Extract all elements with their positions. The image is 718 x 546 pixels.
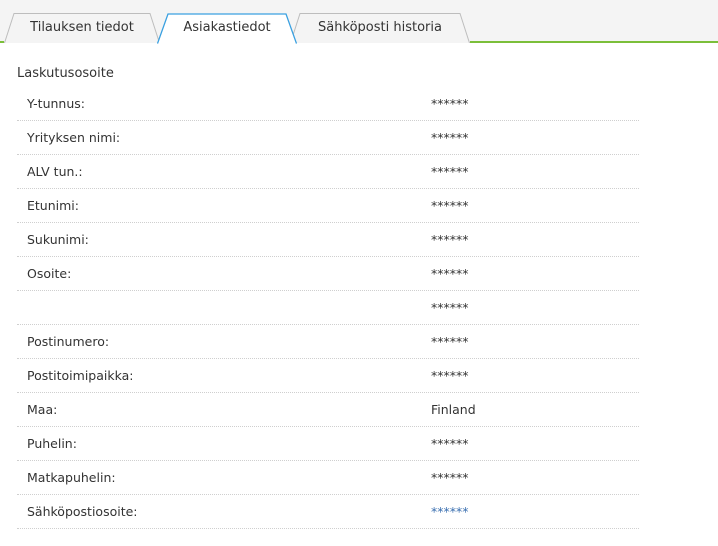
field-value: ****** xyxy=(431,470,469,485)
tab-label: Asiakastiedot xyxy=(183,20,271,35)
field-value: ****** xyxy=(431,266,469,281)
field-value: ****** xyxy=(431,334,469,349)
email-link[interactable]: ****** xyxy=(431,504,469,519)
row-etunimi: Etunimi: ****** xyxy=(17,189,639,223)
tab-bar: Tilauksen tiedot Sähköposti historia Asi… xyxy=(0,0,718,44)
customer-details-panel: Laskutusosoite Y-tunnus: ****** Yrityksen… xyxy=(0,43,718,529)
field-label: Postitoimipaikka: xyxy=(27,368,134,383)
field-value: ****** xyxy=(431,164,469,179)
field-label: Puhelin: xyxy=(27,436,77,451)
field-label: Osoite: xyxy=(27,266,72,281)
field-value: ****** xyxy=(431,436,469,451)
row-alv-tun: ALV tun.: ****** xyxy=(17,155,639,189)
field-value: ****** xyxy=(431,368,469,383)
field-value: ****** xyxy=(431,232,469,247)
field-value: Finland xyxy=(431,402,476,417)
row-y-tunnus: Y-tunnus: ****** xyxy=(17,87,639,121)
section-title: Laskutusosoite xyxy=(17,66,114,81)
row-matkapuhelin: Matkapuhelin: ****** xyxy=(17,461,639,495)
field-value: ****** xyxy=(431,130,469,145)
field-label: ALV tun.: xyxy=(27,164,83,179)
tab-tilauksen-tiedot[interactable]: Tilauksen tiedot xyxy=(4,13,160,43)
field-label: Matkapuhelin: xyxy=(27,470,116,485)
tab-label: Sähköposti historia xyxy=(318,20,442,35)
row-postinumero: Postinumero: ****** xyxy=(17,325,639,359)
row-postitoimipaikka: Postitoimipaikka: ****** xyxy=(17,359,639,393)
field-label: Postinumero: xyxy=(27,334,110,349)
field-label: Y-tunnus: xyxy=(27,96,85,111)
field-value: ****** xyxy=(431,96,469,111)
row-osoite: Osoite: ****** xyxy=(17,257,639,291)
tab-asiakastiedot[interactable]: Asiakastiedot xyxy=(157,13,297,44)
row-puhelin: Puhelin: ****** xyxy=(17,427,639,461)
tab-label: Tilauksen tiedot xyxy=(30,20,134,35)
row-sukunimi: Sukunimi: ****** xyxy=(17,223,639,257)
details-list: Y-tunnus: ****** Yrityksen nimi: ****** AL… xyxy=(17,87,639,529)
row-sahkopostiosoite: Sähköpostiosoite: ****** xyxy=(17,495,639,529)
row-maa: Maa: Finland xyxy=(17,393,639,427)
field-value: ****** xyxy=(431,198,469,213)
field-label: Yrityksen nimi: xyxy=(27,130,121,145)
row-yrityksen-nimi: Yrityksen nimi: ****** xyxy=(17,121,639,155)
field-label: Etunimi: xyxy=(27,198,79,213)
field-label: Sähköpostiosoite: xyxy=(27,504,138,519)
field-label: Sukunimi: xyxy=(27,232,89,247)
row-osoite-2: ****** xyxy=(17,291,639,325)
field-value: ****** xyxy=(431,300,469,315)
field-label: Maa: xyxy=(27,402,58,417)
tab-sahkoposti-historia[interactable]: Sähköposti historia xyxy=(290,13,470,43)
